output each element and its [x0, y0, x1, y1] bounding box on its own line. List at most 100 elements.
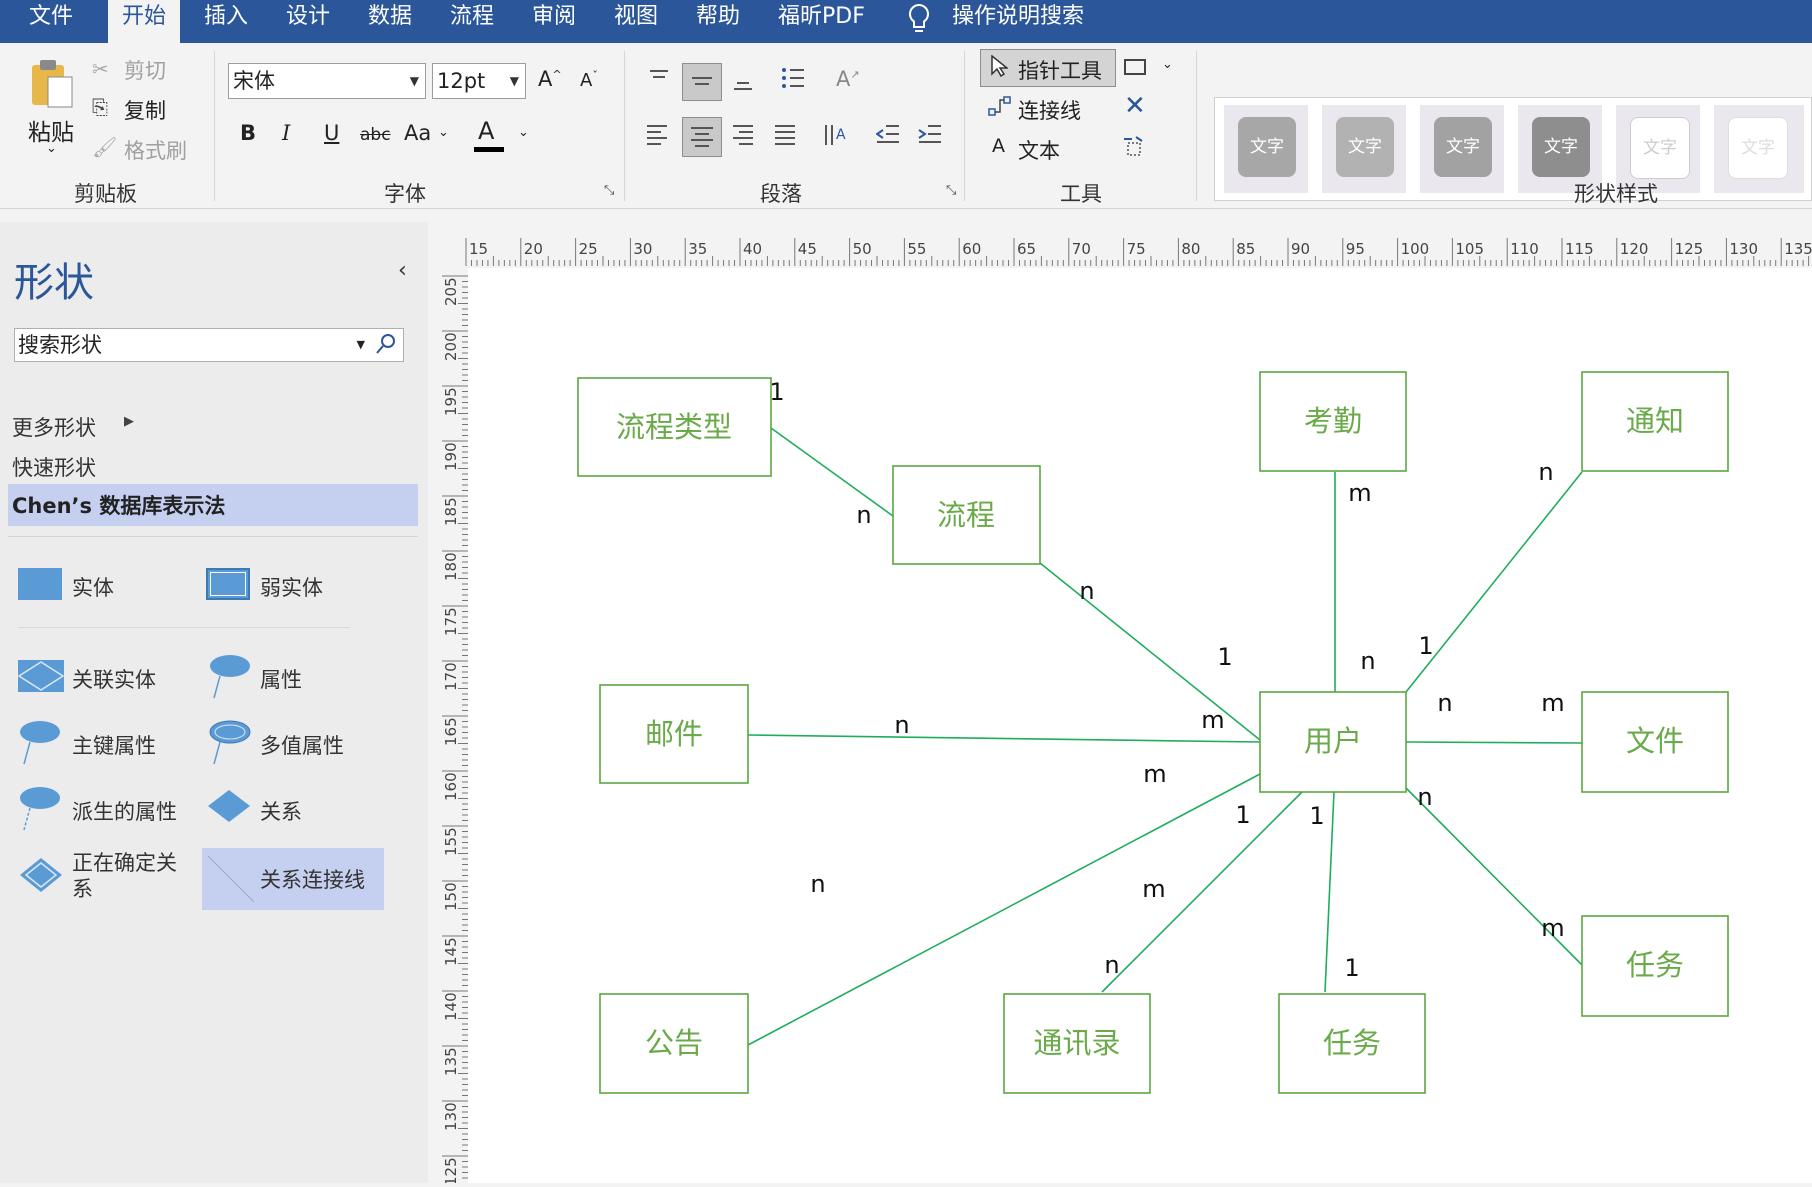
- cardinality-label[interactable]: n: [894, 711, 909, 739]
- connection-point-icon[interactable]: [1122, 135, 1148, 166]
- increase-indent-icon[interactable]: [918, 123, 942, 145]
- entity-labels: 流程类型 流程 考勤 通知 邮件 用户 文件 任务 公告 通讯录 任务: [616, 404, 1684, 1060]
- shrink-font-button[interactable]: Aˇ: [580, 69, 598, 91]
- search-shapes-input[interactable]: 搜索形状 ▼: [14, 328, 404, 362]
- search-icon[interactable]: [375, 332, 397, 365]
- cardinality-label[interactable]: m: [1201, 706, 1224, 734]
- close-icon[interactable]: ✕: [1124, 91, 1146, 121]
- bullets-icon[interactable]: [780, 65, 806, 91]
- font-color-dropdown[interactable]: ⌄: [518, 125, 529, 140]
- shape-style-tile[interactable]: 文字: [1224, 105, 1308, 193]
- menu-view[interactable]: 视图: [614, 0, 658, 43]
- grow-font-button[interactable]: A^: [538, 67, 562, 91]
- menu-review[interactable]: 审阅: [532, 0, 576, 43]
- paste-icon[interactable]: [28, 57, 76, 114]
- quick-shapes-link[interactable]: 快速形状: [12, 452, 96, 482]
- shape-associative-entity[interactable]: 关联实体: [72, 664, 156, 694]
- cardinality-label[interactable]: m: [1143, 760, 1166, 788]
- font-name-select[interactable]: 宋体 ▼: [228, 63, 426, 99]
- cardinality-label[interactable]: n: [856, 501, 871, 529]
- menu-data[interactable]: 数据: [368, 0, 412, 43]
- menu-design[interactable]: 设计: [286, 0, 330, 43]
- justify-icon[interactable]: [774, 123, 796, 145]
- align-left-icon[interactable]: [646, 123, 668, 145]
- cardinality-label[interactable]: n: [1437, 689, 1452, 717]
- connector-line[interactable]: [1101, 791, 1303, 993]
- menu-file[interactable]: 文件: [0, 0, 102, 43]
- change-case-dropdown[interactable]: ⌄: [438, 125, 449, 140]
- text-spacing-button[interactable]: A↗: [836, 67, 860, 91]
- format-painter-button[interactable]: 格式刷: [124, 135, 187, 165]
- cardinality-label[interactable]: 1: [1344, 954, 1359, 982]
- tell-me-search[interactable]: 操作说明搜索: [952, 0, 1084, 43]
- shape-weak-entity[interactable]: 弱实体: [260, 572, 323, 602]
- chen-stencil-header[interactable]: Chen’s 数据库表示法: [8, 484, 418, 526]
- shape-style-tile[interactable]: 文字: [1420, 105, 1504, 193]
- font-dialog-launcher-icon[interactable]: ⤡: [604, 183, 614, 198]
- rectangle-tool-dropdown[interactable]: ⌄: [1162, 57, 1173, 72]
- shape-derived-attribute[interactable]: 派生的属性: [72, 796, 177, 826]
- italic-button[interactable]: I: [282, 121, 290, 145]
- underline-button[interactable]: U: [324, 121, 339, 145]
- cardinality-label[interactable]: 1: [1217, 643, 1232, 671]
- shape-relationship-connector[interactable]: 关系连接线: [260, 864, 365, 894]
- rectangle-tool-icon[interactable]: [1124, 59, 1146, 75]
- align-top-icon[interactable]: [648, 67, 670, 87]
- menu-home[interactable]: 开始: [108, 0, 180, 43]
- shape-key-attribute[interactable]: 主键属性: [72, 730, 156, 760]
- connector-line[interactable]: [1405, 741, 1583, 744]
- cardinality-label[interactable]: n: [1360, 647, 1375, 675]
- decrease-indent-icon[interactable]: [875, 123, 900, 145]
- collapse-panel-icon[interactable]: ‹: [398, 258, 407, 283]
- shape-attribute[interactable]: 属性: [260, 664, 302, 694]
- cardinality-label[interactable]: n: [1417, 783, 1432, 811]
- ruler-label: 200: [442, 332, 460, 361]
- align-bottom-icon[interactable]: [732, 75, 754, 95]
- cardinality-label[interactable]: n: [1079, 577, 1094, 605]
- cut-button[interactable]: 剪切: [124, 55, 166, 85]
- cardinality-label[interactable]: 1: [1418, 632, 1433, 660]
- cardinality-label[interactable]: m: [1348, 479, 1371, 507]
- cardinality-label[interactable]: 1: [1309, 802, 1324, 830]
- text-direction-icon[interactable]: A: [822, 121, 850, 149]
- change-case-button[interactable]: Aa: [404, 121, 431, 145]
- shape-style-tile[interactable]: 文字: [1714, 105, 1804, 193]
- cardinality-label[interactable]: n: [1538, 458, 1553, 486]
- align-right-icon[interactable]: [732, 123, 754, 145]
- shape-relationship[interactable]: 关系: [260, 796, 302, 826]
- connector-line[interactable]: [1324, 791, 1335, 993]
- cardinality-label[interactable]: m: [1142, 875, 1165, 903]
- menu-process[interactable]: 流程: [450, 0, 494, 43]
- shape-identifying-relationship[interactable]: 正在确定关系: [72, 850, 182, 902]
- copy-button[interactable]: 复制: [124, 95, 166, 125]
- align-center-button[interactable]: [682, 117, 722, 157]
- cardinality-label[interactable]: 1: [1235, 801, 1250, 829]
- paragraph-dialog-launcher-icon[interactable]: ⤡: [946, 183, 956, 198]
- font-size-select[interactable]: 12pt ▼: [432, 63, 526, 99]
- connector-line[interactable]: [770, 427, 894, 517]
- shape-multivalued-attribute[interactable]: 多值属性: [260, 730, 344, 760]
- cardinality-label[interactable]: n: [1104, 951, 1119, 979]
- connector-line[interactable]: [747, 734, 1261, 743]
- menu-help[interactable]: 帮助: [696, 0, 740, 43]
- more-shapes-link[interactable]: 更多形状: [12, 412, 96, 442]
- cardinality-label[interactable]: 1: [769, 378, 784, 406]
- drawing-canvas[interactable]: 流程类型 流程 考勤 通知 邮件 用户 文件 任务 公告 通讯录 任务 1 n …: [468, 268, 1812, 1183]
- cardinality-label[interactable]: n: [810, 870, 825, 898]
- search-dropdown-icon[interactable]: ▼: [357, 329, 365, 361]
- shape-style-tile[interactable]: 文字: [1322, 105, 1406, 193]
- menu-foxit-pdf[interactable]: 福昕PDF: [778, 0, 865, 43]
- bold-button[interactable]: B: [240, 121, 256, 145]
- connector-tool-button[interactable]: 连接线: [1018, 95, 1081, 125]
- connector-icon: [988, 95, 1012, 122]
- text-tool-button[interactable]: 文本: [1018, 135, 1060, 165]
- font-color-button[interactable]: A: [478, 117, 494, 145]
- shape-entity[interactable]: 实体: [72, 572, 114, 602]
- cardinality-label[interactable]: m: [1541, 689, 1564, 717]
- menu-insert[interactable]: 插入: [204, 0, 248, 43]
- entity-label: 通讯录: [1033, 1026, 1120, 1060]
- paste-dropdown[interactable]: ⌄: [46, 141, 57, 156]
- strikethrough-button[interactable]: abc: [360, 125, 391, 145]
- align-middle-button[interactable]: [682, 63, 722, 101]
- cardinality-label[interactable]: m: [1541, 914, 1564, 942]
